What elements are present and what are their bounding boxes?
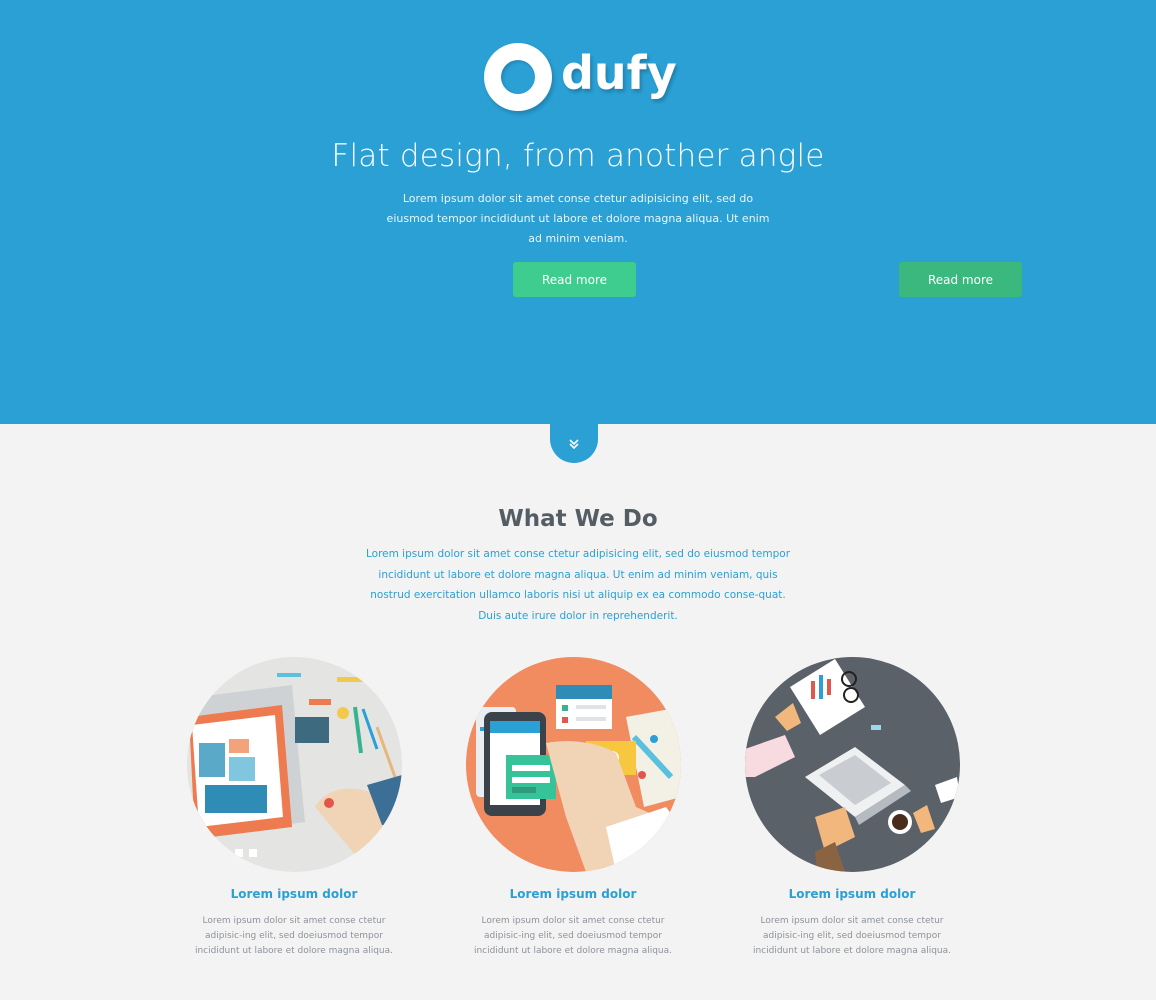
hero-section: dufy Flat design, from another angle Lor… <box>0 0 1156 424</box>
feature-title[interactable]: Lorem ipsum dolor <box>156 887 432 901</box>
feature-text: Lorem ipsum dolor sit amet conse ctetur … <box>752 916 952 956</box>
laptop-desk-illustration <box>745 657 960 872</box>
tablet-design-illustration <box>187 657 402 872</box>
hero-subtitle: Lorem ipsum dolor sit amet conse ctetur … <box>386 192 770 245</box>
read-more-button-secondary[interactable]: Read more <box>899 262 1022 297</box>
feature-text: Lorem ipsum dolor sit amet conse ctetur … <box>194 916 394 956</box>
logo-text: dufy <box>561 46 677 100</box>
mobile-app-illustration <box>466 657 681 872</box>
logo[interactable]: dufy <box>484 42 677 112</box>
feature-title[interactable]: Lorem ipsum dolor <box>435 887 711 901</box>
section-description: Lorem ipsum dolor sit amet conse ctetur … <box>365 548 791 622</box>
section-title: What We Do <box>498 506 658 532</box>
scroll-down-button[interactable] <box>550 424 598 463</box>
logo-ring-icon <box>484 43 552 111</box>
read-more-button[interactable]: Read more <box>513 262 636 297</box>
feature-title[interactable]: Lorem ipsum dolor <box>714 887 990 901</box>
double-chevron-down-icon <box>569 438 579 449</box>
hero-title: Flat design, from another angle <box>331 138 825 174</box>
feature-text: Lorem ipsum dolor sit amet conse ctetur … <box>473 916 673 956</box>
